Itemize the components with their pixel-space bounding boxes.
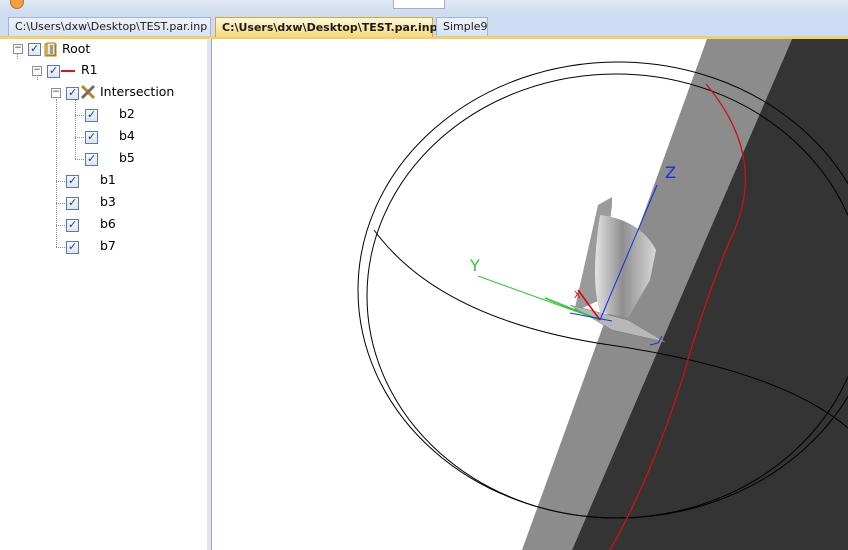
b1-checkbox[interactable] [66, 172, 79, 190]
tree-label-b6: b6 [100, 216, 116, 231]
tree-label-intersection: Intersection [100, 84, 175, 99]
tree-node-b5[interactable]: b5 [0, 149, 200, 168]
tree-label-root: Root [62, 41, 91, 56]
tab-test-par-2[interactable]: C:\Users\dxw\Desktop\TEST.par.inp✕ [215, 17, 454, 37]
collapse-icon[interactable]: − [51, 88, 61, 98]
z-axis-label: Z [665, 163, 676, 182]
tree-label-b4: b4 [119, 128, 135, 143]
b3-checkbox[interactable] [66, 194, 79, 212]
tree-label-b5: b5 [119, 150, 135, 165]
tree-node-b2[interactable]: b2 [0, 105, 200, 124]
3d-viewport[interactable]: Y Z X [212, 39, 848, 550]
folder-icon [44, 42, 58, 62]
b5-checkbox[interactable] [85, 150, 98, 168]
tab-label: C:\Users\dxw\Desktop\TEST.par.inp [222, 21, 438, 34]
document-tab-bar: C:\Users\dxw\Desktop\TEST.par.inp C:\Use… [0, 14, 848, 39]
tree-node-b1[interactable]: b1 [0, 171, 200, 190]
tab-label: C:\Users\dxw\Desktop\TEST.par.inp [15, 20, 208, 33]
tab-simple9[interactable]: Simple9 [436, 17, 488, 36]
root-checkbox[interactable] [28, 40, 41, 58]
b7-checkbox[interactable] [66, 238, 79, 256]
tab-test-par-1[interactable]: C:\Users\dxw\Desktop\TEST.par.inp [8, 17, 211, 36]
tree-node-b6[interactable]: b6 [0, 215, 200, 234]
toolbar-field[interactable] [393, 0, 445, 9]
app-icon [10, 0, 24, 9]
line-icon [61, 70, 75, 72]
tree-node-r1[interactable]: − R1 [0, 61, 200, 80]
tree-node-b3[interactable]: b3 [0, 193, 200, 212]
model-tree: − Root − R1 − Intersection b2 b4 b5 b1 [0, 39, 208, 550]
b6-checkbox[interactable] [66, 216, 79, 234]
tree-node-root[interactable]: − Root [0, 40, 200, 58]
intersection-icon [80, 84, 96, 105]
intersection-checkbox[interactable] [66, 84, 79, 102]
tree-label-b3: b3 [100, 194, 116, 209]
y-axis-label: Y [469, 256, 480, 275]
tab-label: Simple9 [443, 20, 488, 33]
collapse-icon[interactable]: − [13, 44, 23, 54]
tree-node-b7[interactable]: b7 [0, 237, 200, 256]
collapse-icon[interactable]: − [32, 66, 42, 76]
tree-label-b7: b7 [100, 238, 116, 253]
tree-node-b4[interactable]: b4 [0, 127, 200, 146]
scene-canvas: Y Z X [357, 39, 848, 550]
tree-label-b1: b1 [100, 172, 116, 187]
tree-node-intersection[interactable]: − Intersection [0, 83, 200, 102]
r1-checkbox[interactable] [47, 62, 60, 80]
toolbar-strip [0, 0, 848, 15]
x-axis-label: X [574, 290, 581, 301]
b4-checkbox[interactable] [85, 128, 98, 146]
tree-label-r1: R1 [81, 62, 98, 77]
b2-checkbox[interactable] [85, 106, 98, 124]
tree-label-b2: b2 [119, 106, 135, 121]
